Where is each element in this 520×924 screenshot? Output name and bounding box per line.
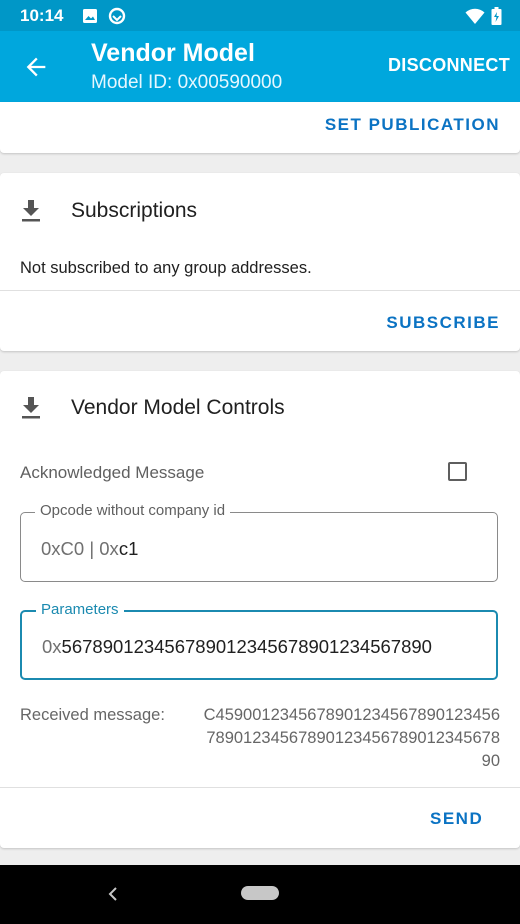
received-line-2: 78901234567890123456789012345678 xyxy=(206,729,500,747)
model-id: Model ID: 0x00590000 xyxy=(91,72,283,93)
received-message: Received message: C459001234567890123456… xyxy=(20,704,500,773)
ack-label: Acknowledged Message xyxy=(20,463,205,482)
subscriptions-title: Subscriptions xyxy=(71,199,198,222)
divider xyxy=(0,787,520,788)
sync-icon xyxy=(108,7,126,25)
wifi-icon xyxy=(465,8,485,24)
parameters-prefix: 0x xyxy=(42,636,62,657)
send-button[interactable]: SEND xyxy=(430,809,483,829)
subscribe-button[interactable]: SUBSCRIBE xyxy=(386,313,500,333)
download-icon xyxy=(22,200,40,222)
image-icon xyxy=(83,9,97,23)
status-bar: 10:14 xyxy=(0,0,520,31)
battery-icon xyxy=(491,7,502,25)
nav-back-icon[interactable] xyxy=(106,886,120,902)
received-label: Received message: xyxy=(20,706,165,724)
controls-header: Vendor Model Controls xyxy=(20,396,285,420)
received-line-3: 90 xyxy=(481,752,500,770)
status-time: 10:14 xyxy=(20,6,64,25)
parameters-label: Parameters xyxy=(36,601,124,618)
nav-home-pill[interactable] xyxy=(241,886,279,900)
ack-checkbox[interactable] xyxy=(448,462,467,481)
app-bar: Vendor Model Model ID: 0x00590000 DISCON… xyxy=(0,31,520,102)
download-icon xyxy=(22,397,40,419)
opcode-prefix: 0xC0 | 0x xyxy=(41,538,119,559)
divider xyxy=(0,290,520,291)
subscriptions-message: Not subscribed to any group addresses. xyxy=(20,259,312,277)
set-publication-button[interactable]: SET PUBLICATION xyxy=(325,115,500,135)
parameters-input[interactable]: 567890123456789012345678901234567890 xyxy=(62,636,432,657)
opcode-input[interactable]: c1 xyxy=(119,538,139,559)
parameters-field[interactable]: Parameters 0x567890123456789012345678901… xyxy=(20,601,498,680)
publication-card: SET PUBLICATION xyxy=(0,102,520,153)
disconnect-button[interactable]: DISCONNECT xyxy=(388,55,510,76)
back-arrow-icon[interactable] xyxy=(22,53,50,81)
opcode-label: Opcode without company id xyxy=(35,502,231,519)
page-title: Vendor Model xyxy=(91,39,255,67)
subscriptions-card: Subscriptions Not subscribed to any grou… xyxy=(0,173,520,351)
opcode-field[interactable]: Opcode without company id 0xC0 | 0xc1 xyxy=(20,502,498,582)
subscriptions-header: Subscriptions xyxy=(20,199,197,223)
received-line-1: C4590012345678901234567890123456 xyxy=(203,706,500,724)
controls-title: Vendor Model Controls xyxy=(71,396,285,419)
